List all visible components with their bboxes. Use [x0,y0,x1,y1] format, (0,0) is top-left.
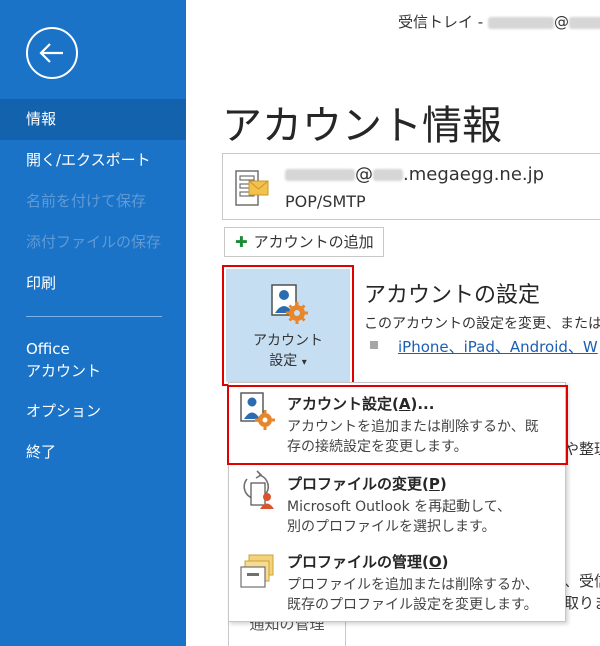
nav-item-office-account[interactable]: Office アカウント [26,338,101,382]
nav-item-save-attachments: 添付ファイルの保存 [26,233,162,251]
back-arrow-icon [39,43,63,63]
title-suffix: ) [439,475,447,493]
accelerator-key: O [428,553,442,571]
background-text-receive: 、受信 [564,572,600,590]
at-sign: @ [553,13,569,31]
nav-item-info[interactable]: 情報 [0,99,186,140]
settings-label-line1: アカウント [253,333,323,349]
background-text-handle: 取りま [564,594,600,612]
backstage-sidebar: 情報 開く/エクスポート 名前を付けて保存 添付ファイルの保存 印刷 Offic… [0,0,186,646]
email-domain: .megaegg.ne.jp [403,164,545,185]
redacted-email-user [487,16,554,29]
office-account-label-line1: Office [26,340,70,358]
desc-line1: プロファイルを追加または削除するか、 [287,577,539,593]
menu-item-title: プロファイルの変更(P) [287,473,447,494]
dropdown-arrow-icon: ▾ [301,357,307,368]
mobile-setup-link[interactable]: iPhone、iPad、Android、W [398,336,598,357]
highlight-box-account-settings-item [227,385,568,465]
background-text-organize: や整理 [564,440,600,458]
accelerator-key: P [428,475,440,493]
account-type: POP/SMTP [285,192,366,211]
change-profile-icon [243,470,274,509]
bullet-icon [370,341,378,349]
plus-icon: ✚ [235,233,248,251]
back-button[interactable] [26,27,78,79]
office-account-label-line2: アカウント [26,362,102,380]
nav-divider [26,316,162,317]
redacted-email-sub [373,169,403,181]
title-text: プロファイルの管理( [287,553,429,571]
menu-item-description: Microsoft Outlook を再起動して、 別のプロファイルを選択します… [287,497,511,537]
menu-item-title: プロファイルの管理(O) [287,551,448,572]
desc-line1: Microsoft Outlook を再起動して、 [287,499,512,515]
title-suffix: ) [441,553,449,571]
nav-item-print[interactable]: 印刷 [0,263,186,304]
window-title: 受信トレイ - @ [398,11,600,32]
redacted-email-domain [568,16,600,29]
account-settings-button[interactable]: アカウント 設定 ▾ [226,269,350,382]
add-account-label: アカウントの追加 [253,233,374,251]
nav-item-options[interactable]: オプション [26,400,101,421]
account-email: @ .megaegg.ne.jp [285,164,544,185]
account-settings-button-label: アカウント 設定 ▾ [226,331,350,373]
add-account-button[interactable]: ✚ アカウントの追加 [224,227,384,257]
nav-item-open-export[interactable]: 開く/エクスポート [0,140,186,181]
account-settings-icon [271,284,308,324]
title-text: プロファイルの変更( [287,475,429,493]
menu-item-description: プロファイルを追加または削除するか、 既存のプロファイル設定を変更します。 [287,575,539,615]
sidebar-nav: 情報 開く/エクスポート 名前を付けて保存 添付ファイルの保存 印刷 [0,99,186,304]
account-settings-heading: アカウントの設定 [364,283,541,308]
nav-item-exit[interactable]: 終了 [26,441,56,462]
page-title: アカウント情報 [222,103,502,149]
manage-profiles-icon [240,554,274,588]
nav-item-save-as: 名前を付けて保存 [26,192,147,210]
menu-item-change-profile[interactable]: プロファイルの変更(P) Microsoft Outlook を再起動して、 別… [229,463,565,541]
email-at: @ [355,164,373,185]
desc-line2: 別のプロファイルを選択します。 [287,519,496,535]
settings-label-line2: 設定 [269,353,298,369]
menu-item-manage-profiles[interactable]: プロファイルの管理(O) プロファイルを追加または削除するか、 既存のプロファイ… [229,541,565,619]
mail-account-icon [235,170,269,206]
account-settings-description: このアカウントの設定を変更、または追 [364,316,600,332]
account-selector[interactable]: @ .megaegg.ne.jp POP/SMTP [222,153,600,220]
inbox-prefix: 受信トレイ - [398,13,488,31]
redacted-email-local [285,169,355,181]
desc-line2: 既存のプロファイル設定を変更します。 [287,597,538,613]
